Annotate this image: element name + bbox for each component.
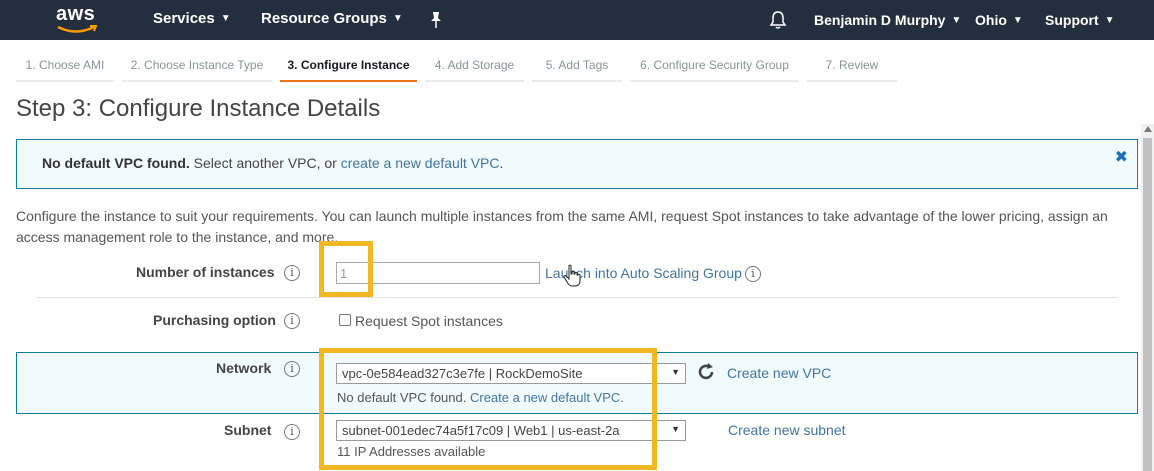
info-icon[interactable]: i <box>284 424 300 440</box>
region-name: Ohio <box>975 12 1007 28</box>
resource-groups-label: Resource Groups <box>261 10 387 27</box>
step-choose-instance-type[interactable]: 2. Choose Instance Type <box>122 52 272 82</box>
request-spot-checkbox[interactable] <box>339 314 351 326</box>
network-label: Network <box>216 360 272 376</box>
user-menu[interactable]: Benjamin D Murphy ▼ <box>814 12 961 28</box>
page-scrollbar[interactable] <box>1141 124 1154 471</box>
aws-logo[interactable]: aws <box>54 2 102 38</box>
scroll-thumb[interactable] <box>1143 138 1152 471</box>
purchasing-option-label: Purchasing option <box>153 312 276 328</box>
chevron-down-icon: ▼ <box>671 424 680 434</box>
page-title: Step 3: Configure Instance Details <box>16 95 381 122</box>
instances-highlight-box <box>319 241 373 297</box>
step-configure-instance[interactable]: 3. Configure Instance <box>280 52 417 82</box>
info-icon[interactable]: i <box>745 266 761 282</box>
region-menu[interactable]: Ohio ▼ <box>975 12 1023 28</box>
bell-icon[interactable] <box>769 10 787 35</box>
alert-text: Select another VPC, or <box>189 155 341 171</box>
info-icon[interactable]: i <box>284 265 300 281</box>
pin-icon[interactable] <box>428 11 444 34</box>
user-name: Benjamin D Murphy <box>814 12 946 28</box>
info-icon[interactable]: i <box>284 361 300 377</box>
services-menu[interactable]: Services ▼ <box>153 10 231 27</box>
request-spot-label[interactable]: Request Spot instances <box>355 313 503 329</box>
subnet-label: Subnet <box>224 422 272 438</box>
chevron-down-icon: ▼ <box>1012 15 1023 26</box>
resource-groups-menu[interactable]: Resource Groups ▼ <box>261 10 403 27</box>
step-add-tags[interactable]: 5. Add Tags <box>532 52 622 82</box>
row-divider <box>36 297 1118 298</box>
create-new-subnet-link[interactable]: Create new subnet <box>728 422 846 438</box>
chevron-down-icon: ▼ <box>671 367 680 377</box>
aws-smile-icon <box>57 25 98 33</box>
alert-message: No default VPC found. Select another VPC… <box>42 155 503 171</box>
step-configure-security-group[interactable]: 6. Configure Security Group <box>630 52 799 82</box>
close-icon[interactable]: ✖ <box>1115 147 1128 167</box>
step-review[interactable]: 7. Review <box>807 52 897 82</box>
chevron-down-icon: ▼ <box>1104 15 1115 26</box>
alert-tail: . <box>499 155 504 171</box>
info-icon[interactable]: i <box>284 313 300 329</box>
scroll-up-icon[interactable] <box>1144 126 1152 132</box>
step-add-storage[interactable]: 4. Add Storage <box>425 52 524 82</box>
refresh-icon[interactable] <box>696 362 716 387</box>
hand-cursor-icon <box>563 264 581 293</box>
alert-bold-text: No default VPC found. <box>42 155 190 171</box>
services-label: Services <box>153 10 215 27</box>
create-default-vpc-link[interactable]: create a new default VPC <box>341 155 500 171</box>
chevron-down-icon: ▼ <box>220 13 231 24</box>
support-menu[interactable]: Support ▼ <box>1045 12 1115 28</box>
number-of-instances-label: Number of instances <box>136 264 275 280</box>
top-nav-bar: aws Services ▼ Resource Groups ▼ Benjamin … <box>0 0 1154 40</box>
chevron-down-icon: ▼ <box>951 15 962 26</box>
no-default-vpc-alert: No default VPC found. Select another VPC… <box>16 139 1138 189</box>
chevron-down-icon: ▼ <box>392 13 403 24</box>
support-label: Support <box>1045 12 1099 28</box>
step-choose-ami[interactable]: 1. Choose AMI <box>16 52 114 82</box>
aws-logo-text: aws <box>56 3 96 25</box>
create-new-vpc-link[interactable]: Create new VPC <box>727 365 831 381</box>
configure-description: Configure the instance to suit your requ… <box>16 208 1108 245</box>
network-subnet-highlight-box <box>319 348 657 470</box>
